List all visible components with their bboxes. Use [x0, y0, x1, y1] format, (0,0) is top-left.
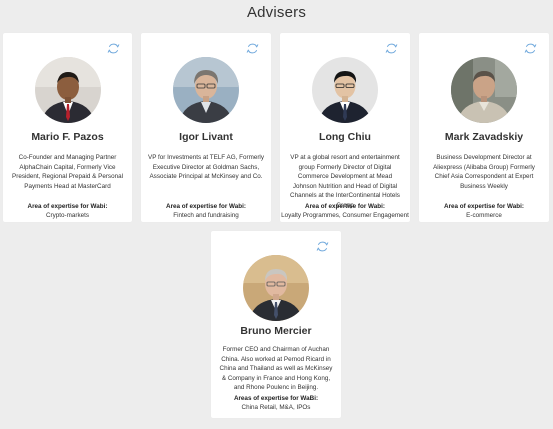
expertise-value: China Retail, M&A, IPOs [241, 404, 311, 411]
adviser-name: Long Chiu [319, 131, 371, 143]
adviser-card-bruno-mercier[interactable]: Bruno Mercier Former CEO and Chairman of… [211, 231, 341, 418]
avatar [243, 255, 309, 321]
avatar [312, 57, 378, 123]
expertise-value: Loyalty Programmes, Consumer Engagement [281, 212, 409, 219]
adviser-name: Bruno Mercier [240, 325, 312, 337]
avatar [34, 57, 101, 123]
adviser-name: Mario F. Pazos [31, 131, 104, 143]
refresh-icon[interactable] [524, 42, 537, 55]
expertise-value: Fintech and fundraising [173, 212, 239, 219]
refresh-icon[interactable] [107, 42, 120, 55]
adviser-card-mario-pazos[interactable]: Mario F. Pazos Co-Founder and Managing P… [3, 33, 132, 222]
adviser-bio: VP at a global resort and entertainment … [290, 154, 400, 209]
avatar [173, 57, 239, 123]
adviser-bio: Former CEO and Chairman of Auchan China.… [219, 346, 333, 392]
expertise-value: Crypto-markets [45, 212, 90, 219]
adviser-card-long-chiu[interactable]: Long Chiu VP at a global resort and ente… [280, 33, 410, 222]
adviser-card-mark-zavadskiy[interactable]: Mark Zavadskiy Business Development Dire… [419, 33, 549, 222]
refresh-icon[interactable] [385, 42, 398, 55]
adviser-name: Mark Zavadskiy [444, 131, 524, 143]
adviser-bio: Business Development Director at Aliexpr… [433, 154, 535, 190]
avatar [451, 57, 517, 123]
refresh-icon[interactable] [316, 240, 329, 253]
expertise-label: Area of expertise for Wabi: [444, 203, 524, 210]
expertise-label: Area of expertise for Wabi: [305, 203, 385, 210]
expertise-label: Area of expertise for Wabi: [27, 203, 108, 210]
adviser-bio: Co-Founder and Managing Partner AlphaCha… [12, 154, 123, 190]
advisers-grid: Mario F. Pazos Co-Founder and Managing P… [0, 0, 553, 429]
adviser-card-igor-livant[interactable]: Igor Livant VP for Investments at TELF A… [141, 33, 271, 222]
expertise-value: E-commerce [466, 212, 502, 219]
adviser-name: Igor Livant [179, 131, 233, 143]
expertise-label: Areas of expertise for WaBi: [233, 395, 319, 402]
refresh-icon[interactable] [246, 42, 259, 55]
expertise-label: Area of expertise for Wabi: [166, 203, 246, 210]
adviser-bio: VP for Investments at TELF AG, Formerly … [148, 154, 264, 181]
